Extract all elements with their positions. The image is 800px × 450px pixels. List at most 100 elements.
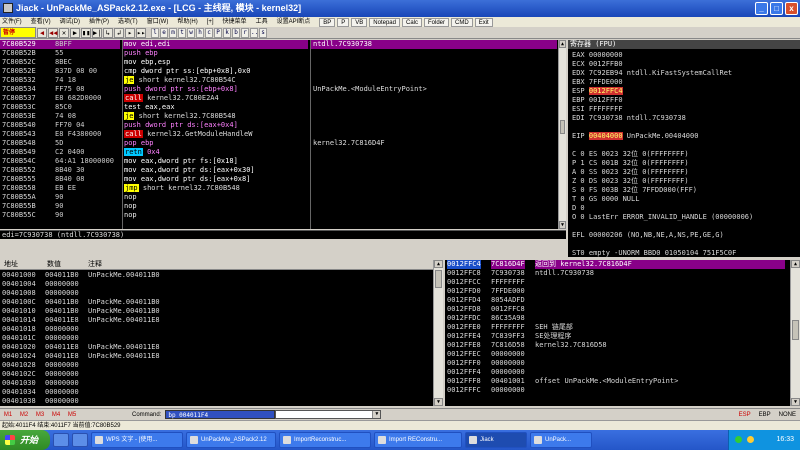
dump-scroll-down-icon[interactable]: ▼ [434, 398, 443, 406]
taskbar-task[interactable]: Jiack [465, 432, 527, 448]
window-title-bar[interactable]: Jiack - UnPackMe_ASPack2.12.exe - [LCG -… [0, 0, 800, 17]
scroll-up-icon[interactable]: ▲ [559, 40, 566, 48]
dump-comment-header[interactable]: 注释 [86, 260, 102, 269]
dump-scrollbar[interactable]: ▲ ▼ [433, 260, 443, 406]
scroll-down-icon[interactable]: ▼ [559, 221, 566, 229]
scroll-thumb[interactable] [560, 120, 565, 134]
toolbar-window-button[interactable]: c [205, 27, 213, 38]
menu-item[interactable]: 查看(V) [31, 17, 51, 27]
maximize-button[interactable]: □ [770, 2, 783, 15]
dump-row[interactable]: 0040100C 004011B0 UnPackMe.004011B0 [0, 298, 433, 307]
dump-row[interactable]: 00401030 00000000 [0, 379, 433, 388]
dump-row[interactable]: 00401034 00000000 [0, 388, 433, 397]
menu-tool-button[interactable]: VB [351, 18, 368, 27]
stack-row[interactable]: 0012FFE0 FFFFFFFF SEH 链尾部 [445, 323, 800, 332]
dump-pane[interactable]: 地址 数值 注释 00401000 004011B0 UnPackMe.004011… [0, 260, 443, 406]
stack-row[interactable]: 0012FFC4 7C816D4F 返回到 kernel32.7C816D4F [445, 260, 800, 269]
taskbar-task[interactable]: UnPackMe_ASPack2.12 [186, 432, 276, 448]
register-line[interactable]: EDI 7C930738 ntdll.7C930738 [568, 114, 800, 123]
disassembly-pane[interactable]: 7C80B529 8BFF mov edi,edi ntdll.7C930738 7C8… [0, 40, 566, 229]
register-line[interactable] [568, 123, 800, 132]
stack-row[interactable]: 0012FFD4 8054ADFD [445, 296, 800, 305]
register-line[interactable]: EBP 0012FFF0 [568, 96, 800, 105]
memory-tab[interactable]: M2 [16, 412, 32, 418]
toolbar-button-icon[interactable]: ▸▸ [136, 27, 146, 38]
register-line[interactable]: EIP 00404000 UnPackMe.00404000 [568, 132, 800, 141]
memory-tab[interactable]: M4 [48, 412, 64, 418]
toolbar-window-button[interactable]: k [223, 27, 231, 38]
menu-item[interactable]: 调试(D) [60, 17, 80, 27]
stack-row[interactable]: 0012FFFC 00000000 [445, 386, 800, 395]
toolbar-button-icon[interactable]: ✕ [59, 27, 69, 38]
dump-addr-header[interactable]: 地址 [2, 260, 18, 269]
register-line[interactable] [568, 240, 800, 249]
dump-row[interactable]: 00401024 004011E8 UnPackMe.004011E8 [0, 352, 433, 361]
disasm-row[interactable]: 7C80B52B 55 push ebp [0, 49, 566, 58]
dump-row[interactable]: 00401014 004011E8 UnPackMe.004011E8 [0, 316, 433, 325]
disasm-row[interactable]: 7C80B53C 85C0 test eax,eax [0, 103, 566, 112]
dump-row[interactable]: 00401028 00000000 [0, 361, 433, 370]
menu-item[interactable]: 插件(P) [89, 17, 109, 27]
menu-tool-button[interactable]: BP [319, 18, 336, 27]
stack-scroll-up-icon[interactable]: ▲ [791, 260, 800, 268]
registers-pane[interactable]: 寄存器 (FPU) EAX 00000000 ECX 0012FFB0 EDX 7C… [568, 40, 800, 257]
menu-item[interactable]: 设置API断点 [277, 17, 311, 27]
menu-tool-button[interactable]: P [337, 18, 350, 27]
menu-item[interactable]: 快捷菜单 [223, 17, 247, 27]
stack-row[interactable]: 0012FFC8 7C930738 ntdll.7C930738 [445, 269, 800, 278]
disasm-row[interactable]: 7C80B52C 8BEC mov ebp,esp [0, 58, 566, 67]
start-button[interactable]: 开始 [0, 430, 50, 450]
disasm-row[interactable]: 7C80B534 FF75 08 push dword ptr ss:[ebp+0x… [0, 85, 566, 94]
menu-tool-button[interactable]: Exit [474, 18, 493, 27]
toolbar-window-button[interactable]: m [169, 27, 177, 38]
toolbar-button-icon[interactable]: ▸ [125, 27, 135, 38]
disasm-row[interactable]: 7C80B52E 837D 08 00 cmp dword ptr ss:[ebp+… [0, 67, 566, 76]
dump-row[interactable]: 00401020 004011E8 UnPackMe.004011E8 [0, 343, 433, 352]
toolbar-button-icon[interactable]: ↲ [114, 27, 124, 38]
memory-tab[interactable]: M3 [32, 412, 48, 418]
memory-tab[interactable]: M1 [0, 412, 16, 418]
disasm-row[interactable]: 7C80B548 5D pop ebp kernel32.7C816D4F [0, 139, 566, 148]
volume-icon[interactable] [747, 436, 754, 443]
toolbar-window-button[interactable]: e [160, 27, 168, 38]
toolbar-button-icon[interactable]: ◀◀ [48, 27, 58, 38]
taskbar-task[interactable]: WPS 文字 - [使用... [91, 432, 183, 448]
menu-item[interactable]: 文件(F) [2, 17, 22, 27]
stack-row[interactable]: 0012FFF0 00000000 [445, 359, 800, 368]
disasm-row[interactable]: 7C80B53E 74 08 je short kernel32.7C80B548 [0, 112, 566, 121]
register-line[interactable]: A 0 SS 0023 32位 0(FFFFFFFF) [568, 168, 800, 177]
memory-tab[interactable]: M5 [64, 412, 80, 418]
register-line[interactable]: T 0 GS 0000 NULL [568, 195, 800, 204]
disasm-row[interactable]: 7C80B558 EB EE jmp short kernel32.7C80B548 [0, 184, 566, 193]
command-input[interactable]: bp 004011F4 [165, 410, 276, 419]
taskbar-task[interactable]: UnPack... [530, 432, 592, 448]
stack-mode-tab[interactable]: EBP [759, 412, 771, 418]
disasm-row[interactable]: 7C80B54C 64:A1 18000000 mov eax,dword ptr … [0, 157, 566, 166]
register-line[interactable]: ESI FFFFFFFF [568, 105, 800, 114]
toolbar-window-button[interactable]: w [187, 27, 195, 38]
disasm-row[interactable]: 7C80B55A 90 nop [0, 193, 566, 202]
disasm-row[interactable]: 7C80B543 E8 F4380000 call kernel32.GetModu… [0, 130, 566, 139]
stack-row[interactable]: 0012FFF8 00401001 offset UnPackMe.<ModuleE… [445, 377, 800, 386]
register-line[interactable]: EBX 7FFDE000 [568, 78, 800, 87]
taskbar-task[interactable]: ImportReconstruc... [279, 432, 371, 448]
menu-tool-button[interactable]: Notepad [369, 18, 400, 27]
register-line[interactable]: ESP 0012FFC4 [568, 87, 800, 96]
dump-row[interactable]: 0040102C 00000000 [0, 370, 433, 379]
disasm-row[interactable]: 7C80B537 E8 682D0000 call kernel32.7C80E2A… [0, 94, 566, 103]
minimize-button[interactable]: _ [755, 2, 768, 15]
dump-row[interactable]: 0040101C 00000000 [0, 334, 433, 343]
stack-row[interactable]: 0012FFEC 00000000 [445, 350, 800, 359]
toolbar-button-icon[interactable]: ◀ [37, 27, 47, 38]
stack-scroll-thumb[interactable] [792, 320, 799, 340]
register-line[interactable] [568, 141, 800, 150]
toolbar-window-button[interactable]: b [232, 27, 240, 38]
dropdown-arrow-icon[interactable]: ▼ [372, 411, 381, 418]
stack-scroll-down-icon[interactable]: ▼ [791, 398, 800, 406]
register-line[interactable] [568, 222, 800, 231]
taskbar-task[interactable]: Import REConstru... [374, 432, 462, 448]
register-line[interactable]: EAX 00000000 [568, 51, 800, 60]
register-line[interactable]: ECX 0012FFB0 [568, 60, 800, 69]
dump-row[interactable]: 00401000 004011B0 UnPackMe.004011B0 [0, 271, 433, 280]
register-line[interactable]: EDX 7C92EB94 ntdll.KiFastSystemCallRet [568, 69, 800, 78]
